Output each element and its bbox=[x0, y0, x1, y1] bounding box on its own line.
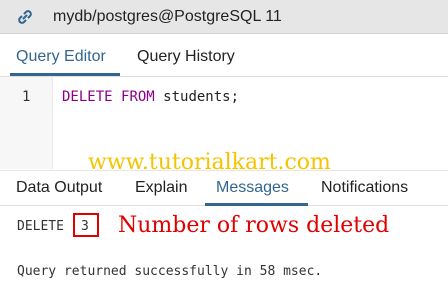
line-number: 1 bbox=[22, 89, 31, 105]
keyword-delete: DELETE bbox=[62, 89, 113, 105]
editor-tabs: Query Editor Query History bbox=[0, 35, 448, 77]
message-command: DELETE bbox=[17, 219, 64, 234]
tab-messages[interactable]: Messages bbox=[216, 179, 289, 197]
annotation-text: Number of rows deleted bbox=[118, 213, 390, 238]
code-line[interactable]: DELETE FROM students; bbox=[62, 89, 239, 105]
row-count: 3 bbox=[81, 219, 89, 234]
active-output-tab-indicator bbox=[205, 203, 308, 206]
tab-notifications[interactable]: Notifications bbox=[321, 179, 408, 197]
status-message: Query returned successfully in 58 msec. bbox=[17, 264, 323, 279]
output-tabs: Data Output Explain Messages Notificatio… bbox=[0, 170, 448, 206]
tab-explain[interactable]: Explain bbox=[135, 179, 187, 197]
line-gutter: 1 bbox=[0, 77, 53, 169]
active-tab-indicator bbox=[10, 73, 120, 76]
tab-query-history[interactable]: Query History bbox=[137, 48, 235, 66]
tab-data-output[interactable]: Data Output bbox=[16, 179, 102, 197]
keyword-from: FROM bbox=[121, 89, 155, 105]
tab-query-editor[interactable]: Query Editor bbox=[16, 48, 106, 66]
connection-bar: mydb/postgres@PostgreSQL 11 bbox=[0, 0, 448, 34]
connection-title: mydb/postgres@PostgreSQL 11 bbox=[53, 8, 282, 25]
code-rest: students; bbox=[154, 89, 240, 105]
link-icon bbox=[18, 10, 32, 24]
